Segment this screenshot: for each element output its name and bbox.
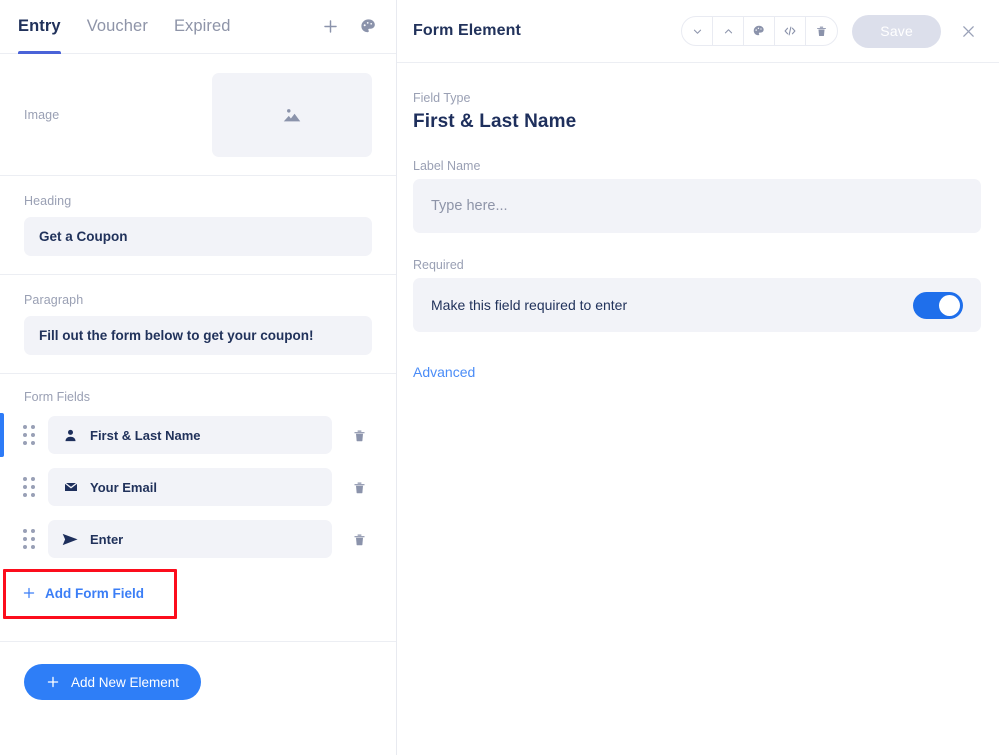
- element-toolbar: [681, 16, 839, 46]
- form-field-label-email: Your Email: [90, 479, 157, 495]
- code-icon[interactable]: [775, 17, 807, 45]
- trash-icon: [354, 534, 364, 545]
- field-type-label: Field Type: [413, 91, 471, 105]
- heading-label: Heading: [24, 194, 72, 208]
- image-section: Image: [0, 54, 396, 176]
- right-header-actions: Save: [681, 14, 981, 48]
- person-icon: [62, 427, 79, 444]
- tab-bar: Entry Voucher Expired: [18, 0, 231, 54]
- save-button[interactable]: Save: [852, 14, 941, 48]
- required-label: Required: [413, 258, 464, 272]
- image-upload-placeholder[interactable]: [212, 72, 372, 157]
- form-field-chip-name[interactable]: First & Last Name: [48, 416, 332, 454]
- form-fields-section: Form Fields First & Last Name Your Email…: [0, 374, 396, 642]
- app-root: Entry Voucher Expired Image Heading Get …: [0, 0, 999, 755]
- add-element-section: Add New Element: [0, 642, 396, 722]
- image-placeholder-icon: [283, 108, 301, 121]
- required-toggle-row: Make this field required to enter: [413, 278, 981, 332]
- advanced-link[interactable]: Advanced: [413, 364, 475, 380]
- paragraph-input[interactable]: Fill out the form below to get your coup…: [24, 316, 372, 355]
- label-name-label: Label Name: [413, 159, 481, 173]
- heading-input[interactable]: Get a Coupon: [24, 217, 372, 256]
- tab-entry[interactable]: Entry: [18, 0, 61, 54]
- chevron-down-icon[interactable]: [682, 17, 714, 45]
- image-section-label: Image: [24, 107, 60, 122]
- tab-entry-label: Entry: [18, 17, 61, 35]
- toggle-knob: [939, 294, 960, 316]
- paragraph-section: Paragraph Fill out the form below to get…: [0, 275, 396, 374]
- chevron-up-icon[interactable]: [713, 17, 745, 45]
- heading-section: Heading Get a Coupon: [0, 176, 396, 275]
- tab-voucher-label: Voucher: [86, 17, 148, 35]
- drag-handle-icon[interactable]: [14, 423, 44, 447]
- add-form-field-button[interactable]: Add Form Field: [0, 569, 396, 617]
- right-panel-body: Field Type First & Last Name Label Name …: [397, 63, 999, 382]
- panel-title: Form Element: [413, 22, 521, 39]
- trash-icon: [354, 430, 364, 441]
- field-type-value: First & Last Name: [413, 111, 577, 132]
- palette-icon[interactable]: [356, 15, 380, 39]
- form-field-row-email[interactable]: Your Email: [0, 465, 396, 509]
- plus-icon: [47, 676, 59, 688]
- paragraph-label: Paragraph: [24, 293, 84, 307]
- tab-voucher[interactable]: Voucher: [87, 0, 148, 54]
- required-toggle-label: Make this field required to enter: [431, 297, 628, 313]
- left-panel-header: Entry Voucher Expired: [0, 0, 396, 54]
- add-icon[interactable]: [318, 15, 342, 39]
- paper-plane-icon: [62, 531, 79, 548]
- delete-field-button-name[interactable]: [342, 420, 376, 450]
- form-field-chip-enter[interactable]: Enter: [48, 520, 332, 558]
- delete-field-button-enter[interactable]: [342, 524, 376, 554]
- tab-expired[interactable]: Expired: [174, 0, 231, 54]
- envelope-icon: [62, 479, 79, 496]
- form-field-label-enter: Enter: [90, 531, 124, 547]
- left-panel-body: Image Heading Get a Coupon Paragraph Fil…: [0, 54, 396, 755]
- left-panel: Entry Voucher Expired Image Heading Get …: [0, 0, 397, 755]
- form-field-row-enter[interactable]: Enter: [0, 517, 396, 561]
- drag-handle-icon[interactable]: [14, 527, 44, 551]
- tab-expired-label: Expired: [173, 17, 231, 35]
- add-form-field-wrapper: Add Form Field: [0, 569, 396, 619]
- form-fields-label: Form Fields: [24, 390, 90, 404]
- label-name-input[interactable]: [413, 179, 981, 233]
- add-new-element-button[interactable]: Add New Element: [24, 664, 202, 700]
- close-icon[interactable]: [955, 18, 981, 44]
- form-field-label-name: First & Last Name: [90, 427, 201, 443]
- form-field-row-name[interactable]: First & Last Name: [0, 413, 396, 457]
- plus-icon: [23, 587, 35, 599]
- add-form-field-label: Add Form Field: [45, 585, 144, 601]
- right-panel: Form Element Save Field Type First & Las…: [397, 0, 999, 755]
- form-field-chip-email[interactable]: Your Email: [48, 468, 332, 506]
- trash-icon[interactable]: [806, 17, 837, 45]
- required-toggle-switch[interactable]: [913, 291, 963, 319]
- palette-icon[interactable]: [744, 17, 776, 45]
- add-new-element-label: Add New Element: [71, 674, 180, 690]
- left-header-actions: [318, 15, 380, 39]
- trash-icon: [354, 482, 364, 493]
- drag-handle-icon[interactable]: [14, 475, 44, 499]
- delete-field-button-email[interactable]: [342, 472, 376, 502]
- right-panel-header: Form Element Save: [397, 0, 999, 63]
